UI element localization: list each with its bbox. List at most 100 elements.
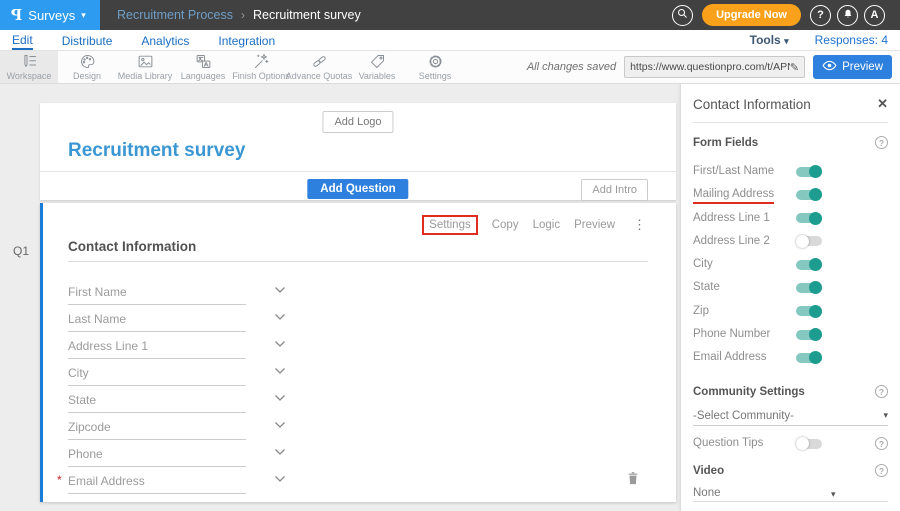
kebab-menu-icon[interactable]: ⋮ [633,217,646,233]
question-title[interactable]: Contact Information [68,239,196,254]
question-tips-row: Question Tips ? [693,432,888,455]
help-button[interactable]: ? [810,5,831,26]
survey-url-box: ✎ [624,56,805,78]
search-button[interactable] [672,5,693,26]
chevron-down-icon[interactable] [274,470,286,488]
help-icon[interactable]: ? [875,437,888,450]
survey-title[interactable]: Recruitment survey [68,140,245,162]
chevron-down-icon[interactable] [274,281,286,299]
toolbar-item-variables[interactable]: Variables [348,51,406,83]
toggle-switch[interactable] [796,165,822,178]
tab-integration[interactable]: Integration [218,32,275,49]
question-logic-action[interactable]: Logic [533,219,561,231]
field-address-line-1[interactable]: * Address Line 1 [68,332,286,359]
form-fields-header: Form Fields ? [693,136,888,149]
field-first-name[interactable]: * First Name [68,278,286,305]
toggle-row-first-last-name: First/Last Name [693,160,888,183]
question-actions: Settings Copy Logic Preview ⋮ [422,215,646,235]
trash-icon [626,474,640,489]
toggle-row-mailing-address: Mailing Address [693,183,888,206]
video-header: Video ? [693,464,888,477]
breadcrumb: Recruitment Process › Recruitment survey [117,8,361,22]
divider [68,261,648,262]
toolbar-item-advance-quotas[interactable]: Advance Quotas [290,51,348,83]
notifications-button[interactable] [837,5,858,26]
topbar-actions: Upgrade Now ? A [672,4,900,26]
breadcrumb-folder-link[interactable]: Recruitment Process [117,8,233,22]
question-settings-action[interactable]: Settings [422,215,478,235]
editor-toolbar: Workspace Design Media Library Languages… [0,51,900,84]
bell-icon [842,8,854,23]
tab-edit[interactable]: Edit [12,31,33,50]
add-logo-button[interactable]: Add Logo [322,111,393,133]
chevron-down-icon[interactable] [274,416,286,434]
add-question-button[interactable]: Add Question [307,179,408,199]
question-number-label: Q1 [13,244,29,258]
chevron-down-icon: ▾ [883,410,888,421]
toolbar-item-settings[interactable]: Settings [406,51,464,83]
field-zipcode[interactable]: * Zipcode [68,413,286,440]
breadcrumb-separator-icon: › [241,8,245,22]
chevron-down-icon[interactable] [274,443,286,461]
form-field-toggles: First/Last Name Mailing Address Address … [693,160,888,370]
help-icon[interactable]: ? [875,464,888,477]
toolbar-item-workspace[interactable]: Workspace [0,51,58,83]
help-icon[interactable]: ? [875,385,888,398]
workspace-icon [21,54,38,70]
product-switcher-label: Surveys [28,8,75,23]
toolbar-item-finish-options[interactable]: Finish Options [232,51,290,83]
tools-menu[interactable]: Tools ▾ [750,33,789,47]
toggle-row-address-line-1: Address Line 1 [693,207,888,230]
field-email-address[interactable]: * Email Address [68,467,286,494]
chevron-down-icon: ▾ [831,489,836,500]
save-status: All changes saved [527,61,616,73]
chevron-down-icon[interactable] [274,362,286,380]
field-state[interactable]: * State [68,386,286,413]
toggle-switch[interactable] [796,281,822,294]
toggle-row-email-address: Email Address [693,346,888,369]
divider [693,122,888,123]
question-tips-toggle[interactable] [796,437,822,450]
add-intro-button[interactable]: Add Intro [581,179,648,201]
required-asterisk: * [57,473,62,487]
delete-question-button[interactable] [626,470,640,489]
chevron-down-icon[interactable] [274,335,286,353]
field-phone[interactable]: * Phone [68,440,286,467]
toggle-switch[interactable] [796,188,822,201]
toggle-row-address-line-2: Address Line 2 [693,230,888,253]
preview-button[interactable]: Preview [813,55,892,79]
toggle-switch[interactable] [796,258,822,271]
close-icon[interactable]: ✕ [877,96,888,112]
responses-count-link[interactable]: Responses: 4 [815,33,888,47]
video-select[interactable]: None ▾ [693,484,888,502]
field-last-name[interactable]: * Last Name [68,305,286,332]
field-underline [68,493,246,494]
panel-title: Contact Information [693,97,811,112]
chevron-down-icon: ▾ [81,10,86,21]
avatar[interactable]: A [864,5,885,26]
edit-pencil-icon[interactable]: ✎ [790,61,799,74]
upgrade-now-button[interactable]: Upgrade Now [702,4,801,26]
surveys-product-menu[interactable]: P Surveys ▾ [0,0,100,30]
toggle-switch[interactable] [796,212,822,225]
community-select[interactable]: -Select Community- ▾ [693,406,888,426]
questionpro-logo-icon: P [11,6,22,24]
toggle-switch[interactable] [796,351,822,364]
chain-links-icon [311,54,328,70]
toolbar-item-design[interactable]: Design [58,51,116,83]
survey-header-card: Add Logo Recruitment survey Add Question… [40,103,676,200]
toggle-switch[interactable] [796,305,822,318]
tab-distribute[interactable]: Distribute [62,32,113,49]
toolbar-item-media-library[interactable]: Media Library [116,51,174,83]
chevron-down-icon[interactable] [274,308,286,326]
help-icon[interactable]: ? [875,136,888,149]
toolbar-item-languages[interactable]: Languages [174,51,232,83]
field-city[interactable]: * City [68,359,286,386]
question-copy-action[interactable]: Copy [492,219,519,231]
tab-analytics[interactable]: Analytics [141,32,189,49]
survey-url-input[interactable] [630,61,790,73]
toggle-switch[interactable] [796,328,822,341]
toggle-switch[interactable] [796,235,822,248]
question-preview-action[interactable]: Preview [574,219,615,231]
chevron-down-icon[interactable] [274,389,286,407]
